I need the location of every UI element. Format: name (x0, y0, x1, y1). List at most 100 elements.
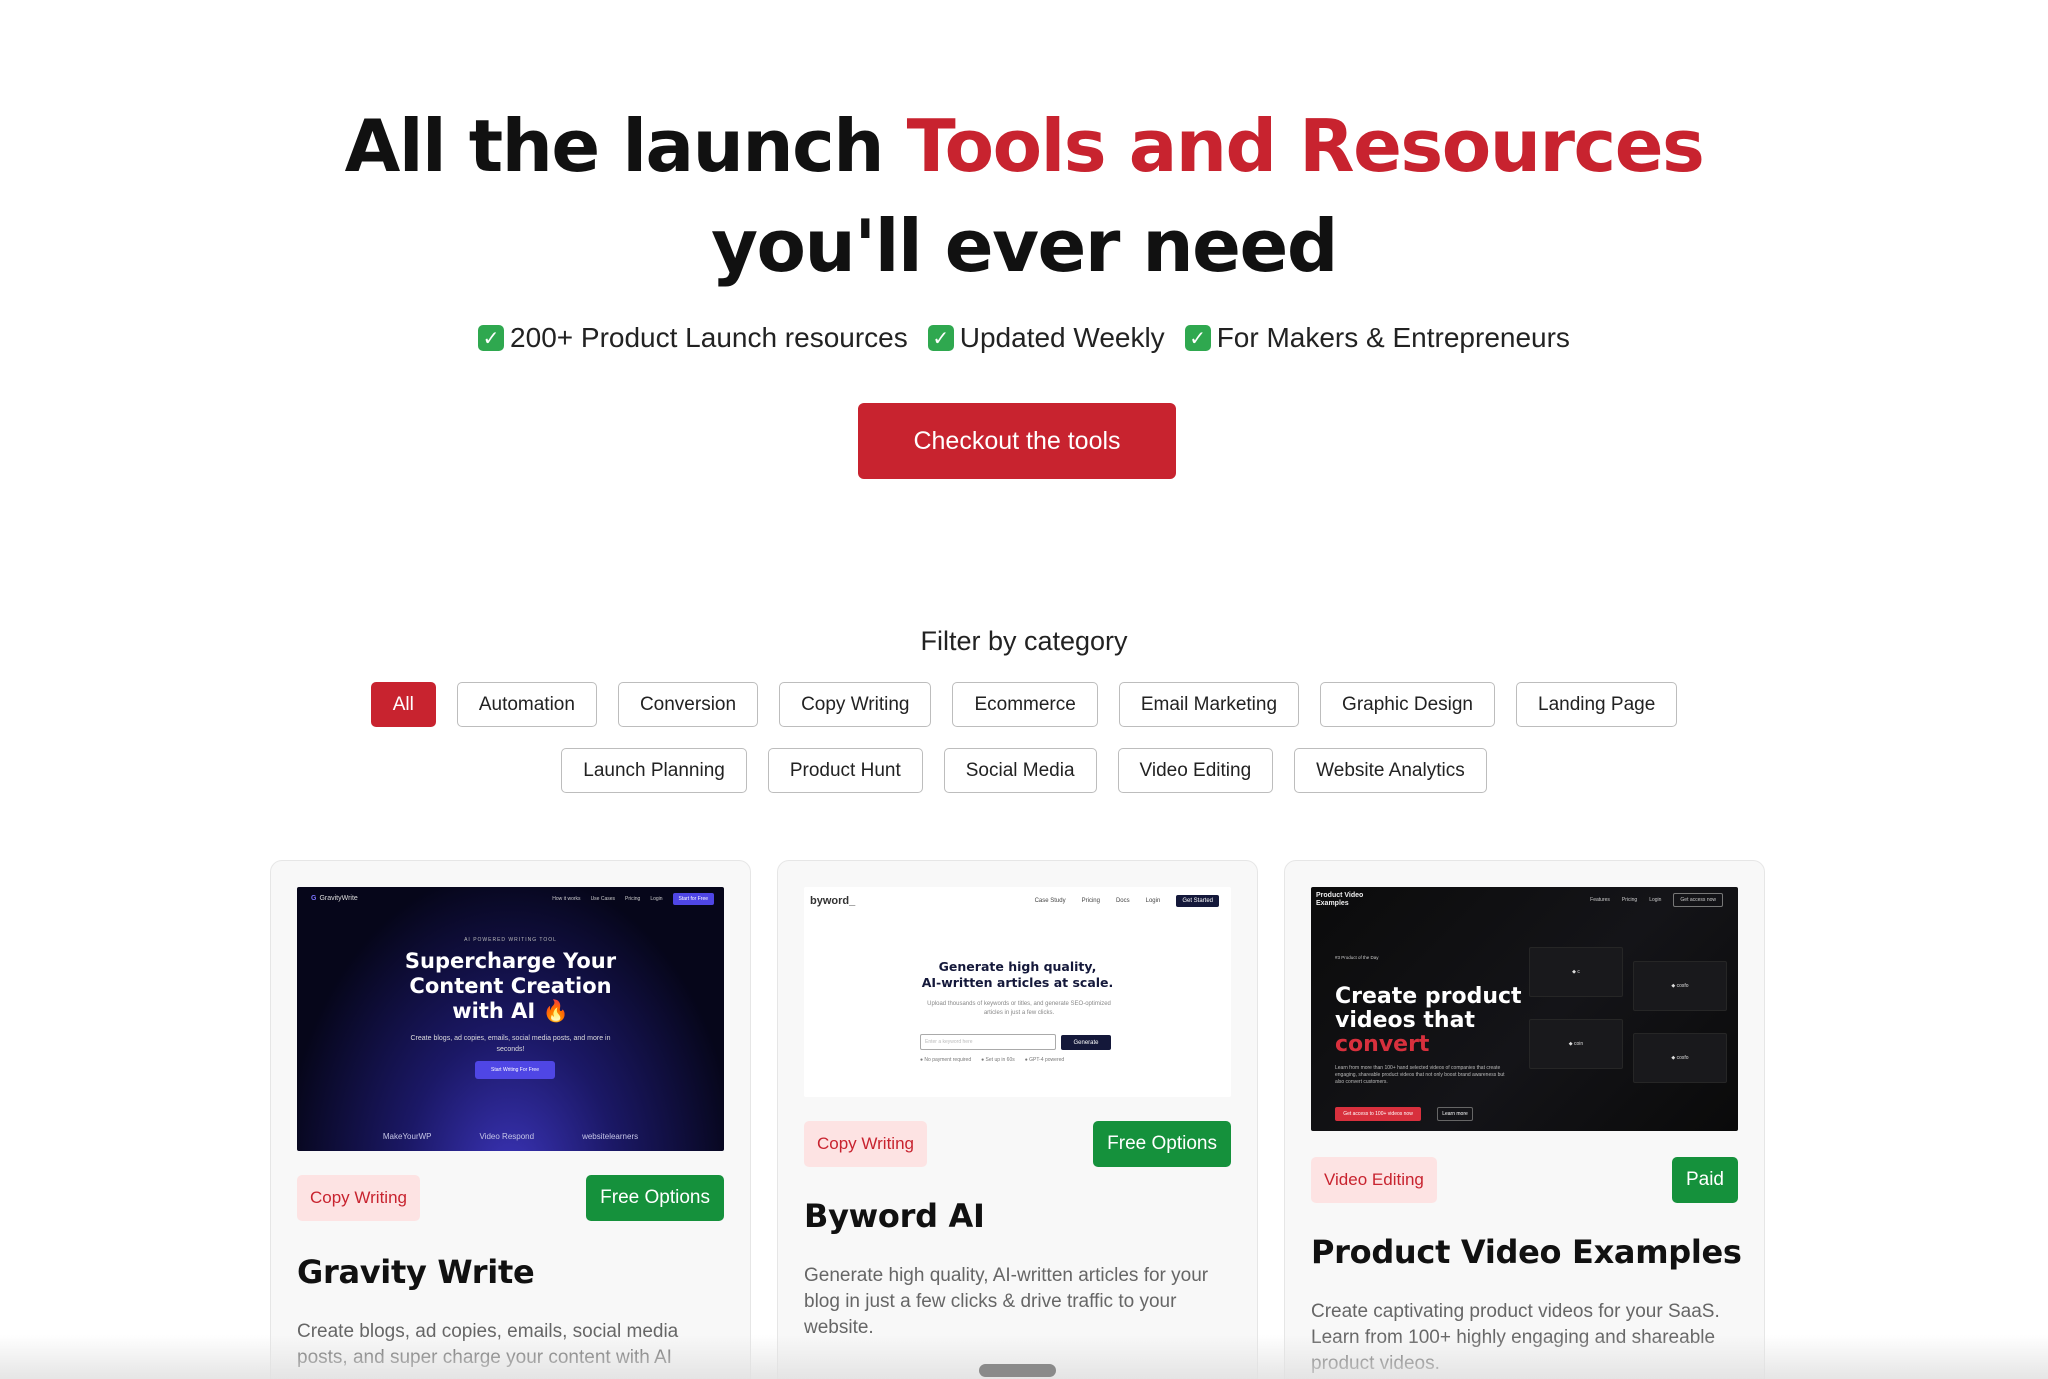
tool-title[interactable]: Gravity Write (297, 1253, 535, 1291)
filter-chip-launch-planning[interactable]: Launch Planning (561, 748, 747, 793)
hero-title-line-2: you'll ever need (711, 204, 1338, 288)
thumb-headline-line: Create product (1335, 984, 1522, 1009)
thumb-nav: Features Pricing Login Get access now (1590, 893, 1723, 907)
category-tag: Video Editing (1311, 1157, 1437, 1203)
benefit-item: ✓ 200+ Product Launch resources (478, 322, 908, 354)
category-filter-row: Launch Planning Product Hunt Social Medi… (0, 748, 2048, 793)
hero-title-line-1: All the launch Tools and Resources (0, 96, 2048, 196)
checkout-tools-button[interactable]: Checkout the tools (858, 403, 1176, 479)
g-logo-icon: G (311, 895, 317, 902)
brand-logo: G GravityWrite (311, 895, 358, 902)
filter-chip-website-analytics[interactable]: Website Analytics (1294, 748, 1487, 793)
thumb-nav-button: Get Started (1176, 895, 1219, 907)
video-tile: ◆ c (1529, 947, 1623, 997)
filter-chip-landing-page[interactable]: Landing Page (1516, 682, 1678, 727)
filter-chip-conversion[interactable]: Conversion (617, 682, 759, 727)
tool-description: Generate high quality, AI-written articl… (804, 1265, 1209, 1338)
partner-logo: MakeYourWP (382, 1132, 432, 1141)
thumb-generate-button: Generate (1061, 1035, 1111, 1050)
tool-title[interactable]: Product Video Examples (1311, 1233, 1742, 1271)
tool-description: Create captivating product videos for yo… (1311, 1301, 1720, 1374)
benefit-item: ✓ Updated Weekly (927, 322, 1165, 354)
check-icon: ✓ (478, 325, 505, 351)
thumb-nav-item: Features (1590, 897, 1610, 903)
thumb-headline-line: Generate high quality, (938, 959, 1097, 974)
filter-chip-automation[interactable]: Automation (456, 682, 597, 727)
filter-chip-video-editing[interactable]: Video Editing (1117, 748, 1274, 793)
category-tag: Copy Writing (297, 1175, 420, 1221)
thumb-award-pill: #3 Product of the Day (1335, 955, 1379, 960)
hero-title-text: All the launch (344, 104, 907, 188)
thumb-headline: Create product videos that convert (1335, 985, 1522, 1057)
tool-card-product-video-examples[interactable]: Product Video Examples Features Pricing … (1284, 860, 1765, 1379)
thumb-subtitle: Create blogs, ad copies, emails, social … (410, 1035, 611, 1053)
thumb-ticks: ● No payment required ● Set up in 60s ● … (920, 1057, 1064, 1063)
thumb-nav-item: How it works (552, 896, 581, 902)
tool-screenshot[interactable]: Product Video Examples Features Pricing … (1311, 887, 1738, 1131)
thumb-nav-item: Login (650, 896, 663, 902)
filter-chip-social-media[interactable]: Social Media (943, 748, 1097, 793)
hero-title-accent: Tools and Resources (906, 104, 1705, 188)
filter-chip-product-hunt[interactable]: Product Hunt (767, 748, 923, 793)
thumb-tick-label: GPT-4 powered (1029, 1057, 1065, 1063)
thumb-headline-line: AI-written articles at scale. (921, 975, 1114, 990)
thumb-subtitle: Learn from more than 100+ hand selected … (1335, 1065, 1505, 1085)
brand-logo: byword_ (810, 895, 856, 907)
tool-screenshot[interactable]: byword_ Case Study Pricing Docs Login Ge… (804, 887, 1231, 1097)
thumb-headline-text: Supercharge Your Content Creation with A… (404, 949, 617, 1023)
brand-logo: Product Video Examples (1316, 892, 1363, 908)
tool-card-gravity-write[interactable]: G GravityWrite How it works Use Cases Pri… (270, 860, 751, 1379)
category-filter-row: All Automation Conversion Copy Writing E… (0, 682, 2048, 727)
filter-chip-ecommerce[interactable]: Ecommerce (952, 682, 1098, 727)
thumb-tick-label: No payment required (924, 1057, 972, 1063)
pricing-badge: Free Options (586, 1175, 724, 1221)
filter-chip-graphic-design[interactable]: Graphic Design (1320, 682, 1495, 727)
brand-logo-line: Examples (1316, 900, 1349, 907)
thumb-nav-item: Pricing (1081, 898, 1100, 904)
scroll-handle[interactable] (979, 1364, 1056, 1377)
brand-name: GravityWrite (319, 895, 358, 902)
thumb-tick: ● GPT-4 powered (1024, 1057, 1065, 1063)
thumb-nav-item: Pricing (1621, 897, 1638, 903)
video-tile: ◆ coin (1529, 1019, 1623, 1069)
thumb-learn-button: Learn more (1437, 1107, 1473, 1121)
hero-benefits: ✓ 200+ Product Launch resources ✓ Updated … (0, 322, 2048, 354)
thumb-headline-accent: convert (1335, 1032, 1430, 1057)
thumb-logos: MakeYourWP Video Respond websitelearners (297, 1132, 724, 1141)
video-tile: ◆ cosfo (1633, 1033, 1727, 1083)
benefit-label: For Makers & Entrepreneurs (1216, 322, 1570, 353)
video-tile: ◆ cosfo (1633, 961, 1727, 1011)
thumb-button: Start Writing For Free (475, 1061, 555, 1079)
thumb-nav-item: Case Study (1034, 898, 1066, 904)
thumb-nav-button: Start for Free (672, 893, 714, 905)
tool-title[interactable]: Byword AI (804, 1197, 985, 1235)
thumb-headline: Supercharge Your Content Creation with A… (297, 949, 724, 1024)
benefit-label: 200+ Product Launch resources (510, 322, 908, 353)
tool-card-byword-ai[interactable]: byword_ Case Study Pricing Docs Login Ge… (777, 860, 1258, 1379)
tool-description: Create blogs, ad copies, emails, social … (297, 1321, 679, 1368)
partner-logo: websitelearners (582, 1132, 639, 1141)
tool-screenshot[interactable]: G GravityWrite How it works Use Cases Pri… (297, 887, 724, 1151)
thumb-tick: ● No payment required (920, 1057, 972, 1063)
thumb-keyword-input: Enter a keyword here (920, 1034, 1056, 1050)
thumb-nav-item: Pricing (625, 896, 641, 902)
filter-chip-email-marketing[interactable]: Email Marketing (1118, 682, 1300, 727)
thumb-eyebrow: AI POWERED WRITING TOOL (464, 937, 557, 943)
thumb-nav: Case Study Pricing Docs Login Get Starte… (1035, 895, 1219, 907)
check-icon: ✓ (1184, 325, 1211, 351)
brand-logo-line: Product Video (1316, 892, 1364, 899)
thumb-tick-label: Set up in 60s (985, 1057, 1015, 1063)
thumb-tick: ● Set up in 60s (981, 1057, 1015, 1063)
thumb-nav-item: Use Cases (590, 896, 616, 902)
pricing-badge: Paid (1671, 1157, 1738, 1203)
thumb-nav-item: Login (1649, 897, 1662, 903)
partner-logo: Video Respond (479, 1132, 535, 1141)
thumb-subtitle: Upload thousands of keywords or titles, … (927, 1001, 1111, 1016)
thumb-nav-button: Get access now (1673, 893, 1723, 907)
filter-title: Filter by category (920, 626, 1128, 656)
thumb-nav: How it works Use Cases Pricing Login Sta… (552, 893, 714, 905)
thumb-nav-item: Login (1145, 898, 1161, 904)
filter-chip-all[interactable]: All (370, 682, 436, 727)
filter-chip-copy-writing[interactable]: Copy Writing (779, 682, 932, 727)
benefit-label: Updated Weekly (959, 322, 1165, 353)
